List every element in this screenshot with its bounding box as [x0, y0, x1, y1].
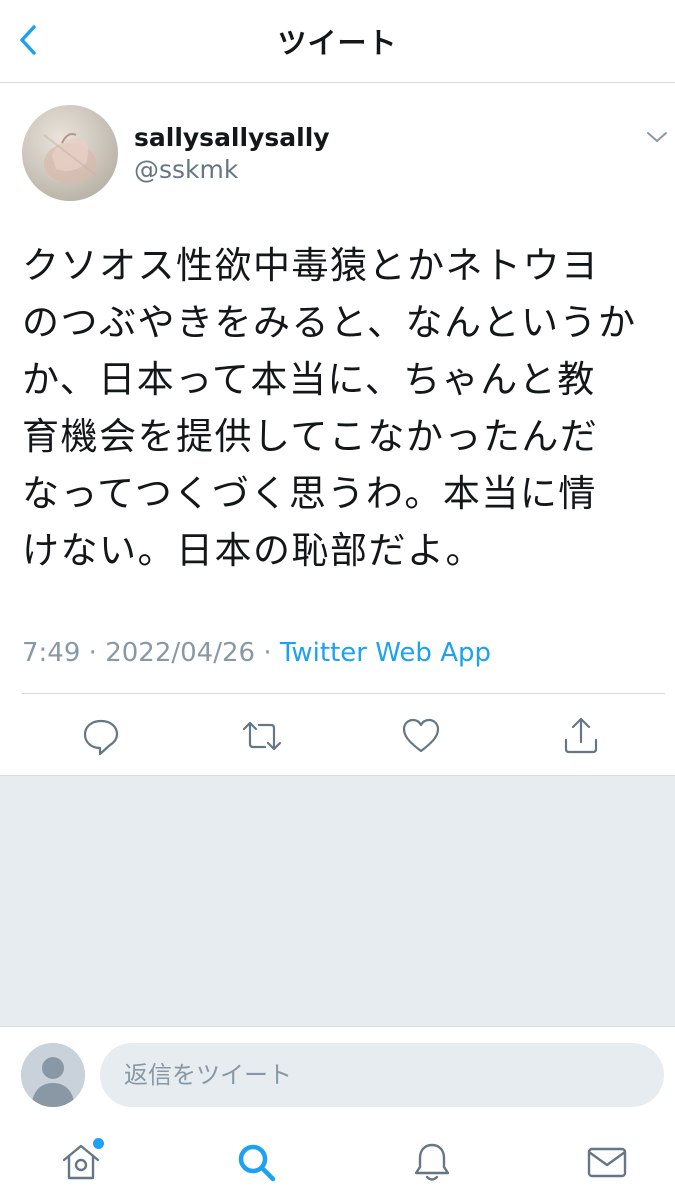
tweet-text-line: か、日本って本当に、ちゃんと教 — [22, 358, 596, 401]
top-nav-bar: ツイート — [0, 0, 675, 83]
retweet-button[interactable] — [241, 716, 283, 756]
tab-messages[interactable] — [585, 1140, 629, 1184]
author-handle[interactable]: @sskmk — [134, 155, 238, 184]
search-icon — [238, 1144, 276, 1182]
tweet-date: 2022/04/26 — [105, 638, 256, 668]
tweet-text: クソオス性欲中毒猿とかネトウヨ のつぶやきをみると、なんというか か、日本って本… — [22, 237, 662, 579]
divider — [22, 693, 665, 694]
replies-area — [0, 775, 675, 1026]
user-avatar[interactable] — [21, 1043, 85, 1107]
chevron-down-icon — [647, 132, 667, 142]
meta-separator: · — [88, 638, 97, 668]
default-avatar-icon — [21, 1043, 85, 1107]
share-button[interactable] — [561, 716, 601, 756]
retweet-icon — [242, 721, 282, 751]
notifications-icon — [414, 1143, 450, 1181]
tweet-source-link[interactable]: Twitter Web App — [280, 638, 491, 668]
reply-icon — [83, 719, 119, 756]
reply-input[interactable] — [100, 1043, 664, 1107]
avatar-image — [43, 133, 97, 183]
tweet-options-button[interactable] — [644, 127, 670, 147]
author-avatar[interactable] — [22, 105, 118, 201]
reply-composer — [0, 1026, 675, 1123]
like-button[interactable] — [401, 716, 441, 756]
tweet-text-line: なってつくづく思うわ。本当に情 — [22, 472, 597, 515]
notification-dot — [91, 1136, 106, 1151]
page-title: ツイート — [277, 26, 398, 60]
meta-separator: · — [263, 638, 272, 668]
author-display-name[interactable]: sallysallysally — [134, 123, 330, 152]
messages-icon — [587, 1147, 627, 1178]
tweet-text-line: 育機会を提供してこなかったんだ — [22, 415, 599, 458]
tab-notifications[interactable] — [410, 1140, 454, 1184]
tweet-detail: sallysallysally @sskmk クソオス性欲中毒猿とかネトウヨ の… — [0, 83, 675, 775]
tweet-text-line: けない。日本の恥部だよ。 — [22, 529, 484, 572]
tweet-metadata: 7:49 · 2022/04/26 · Twitter Web App — [22, 638, 491, 668]
tab-search[interactable] — [234, 1140, 278, 1184]
tweet-text-line: クソオス性欲中毒猿とかネトウヨ — [22, 244, 600, 287]
reply-button[interactable] — [81, 716, 121, 756]
tab-home[interactable] — [59, 1136, 106, 1184]
tweet-text-line: のつぶやきをみると、なんというか — [22, 301, 637, 344]
share-icon — [564, 717, 598, 754]
like-icon — [402, 718, 440, 753]
bottom-tab-bar — [0, 1122, 675, 1200]
tweet-time: 7:49 — [22, 638, 81, 668]
